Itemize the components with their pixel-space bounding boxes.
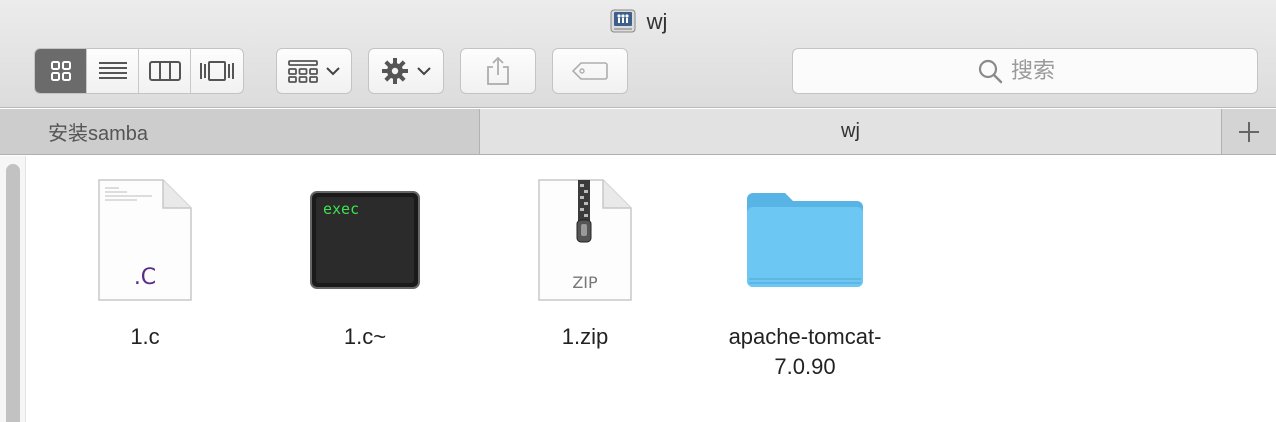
search-icon <box>978 59 1003 84</box>
cover-flow-view-icon <box>200 61 234 81</box>
file-item-1-c[interactable]: .C 1.c <box>60 170 230 352</box>
file-name: apache-tomcat-7.0.90 <box>728 324 882 379</box>
file-icon-grid: .C 1.c exec 1.c~ ZIP 1.zip apache-tomcat… <box>0 156 1276 422</box>
file-type-badge: ZIP <box>572 273 598 292</box>
search-field[interactable] <box>792 48 1258 94</box>
icon-view-icon <box>50 61 71 81</box>
plus-icon <box>1239 121 1259 142</box>
file-item-1-c-tilde[interactable]: exec 1.c~ <box>280 170 450 352</box>
column-view-icon <box>148 61 181 81</box>
chevron-down-icon <box>326 67 340 76</box>
tab-label: wj <box>841 120 860 142</box>
search-input[interactable] <box>1011 58 1073 84</box>
vertical-scrollbar[interactable] <box>0 156 26 422</box>
tab-wj[interactable]: wj <box>480 109 1222 154</box>
tab-bar: 安装samba wj <box>0 109 1276 155</box>
icon-view-button[interactable] <box>35 49 87 93</box>
new-tab-button[interactable] <box>1222 109 1276 154</box>
window-title-text: wj <box>646 9 668 34</box>
view-mode-segmented-control <box>34 48 244 94</box>
share-button[interactable] <box>460 48 536 94</box>
tab-label: 安装samba <box>48 123 149 145</box>
toolbar <box>0 48 1276 96</box>
folder-item-apache-tomcat[interactable]: apache-tomcat-7.0.90 <box>720 170 890 382</box>
arrange-grid-icon <box>288 60 318 83</box>
gear-icon <box>382 58 408 84</box>
window-titlebar: wj <box>0 0 1276 108</box>
zip-archive-icon: ZIP <box>538 179 632 301</box>
chevron-down-icon <box>417 67 431 76</box>
file-name: 1.zip <box>561 324 609 349</box>
tag-icon <box>572 62 608 80</box>
file-item-1-zip[interactable]: ZIP 1.zip <box>500 170 670 352</box>
arrange-button[interactable] <box>276 48 352 94</box>
folder-icon <box>747 193 863 287</box>
list-view-button[interactable] <box>87 49 139 93</box>
window-title: wj <box>0 8 1276 36</box>
file-type-badge: .C <box>134 265 156 290</box>
file-name: 1.c <box>130 324 160 349</box>
network-disk-icon <box>610 9 636 33</box>
tags-button[interactable] <box>552 48 628 94</box>
action-button[interactable] <box>368 48 444 94</box>
share-icon <box>487 56 509 85</box>
scrollbar-thumb[interactable] <box>6 164 20 422</box>
column-view-button[interactable] <box>139 49 191 93</box>
terminal-exec-icon: exec <box>310 191 420 289</box>
list-view-icon <box>98 62 127 79</box>
file-name: 1.c~ <box>343 324 387 349</box>
exec-label: exec <box>323 200 359 218</box>
tab-install-samba[interactable]: 安装samba <box>0 109 480 154</box>
c-source-file-icon: .C <box>98 179 192 301</box>
cover-flow-view-button[interactable] <box>191 49 243 93</box>
